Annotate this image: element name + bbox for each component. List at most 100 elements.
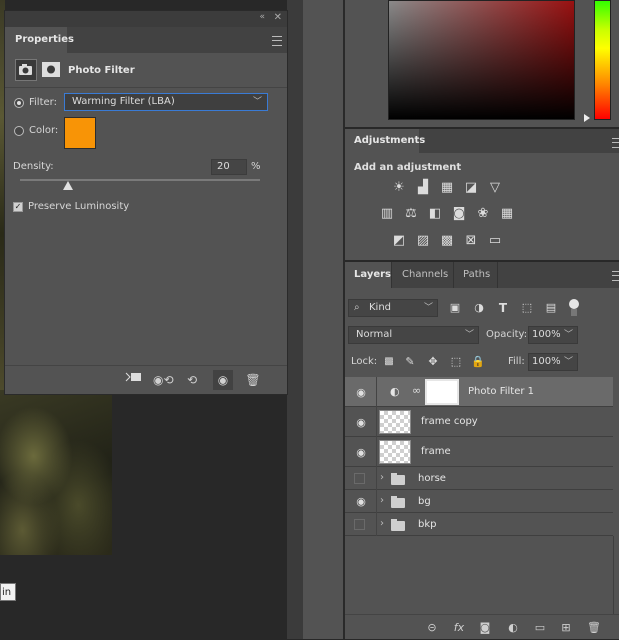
tab-paths[interactable]: Paths [453, 262, 498, 288]
opacity-input[interactable]: 100% ﹀ [528, 326, 578, 344]
layer-name[interactable]: frame copy [421, 416, 478, 427]
panel-dock-gap [303, 0, 343, 639]
eye-icon[interactable]: ◉ [353, 416, 369, 429]
type-filter-icon[interactable]: T [494, 300, 512, 316]
invert-icon[interactable]: ◩ [390, 233, 408, 249]
panel-menu-icon[interactable] [612, 271, 619, 281]
reset-icon[interactable]: ⟲ [182, 370, 202, 390]
preserve-luminosity-checkbox[interactable]: ✓ [13, 202, 23, 212]
adjustment-filter-icon[interactable]: ◑ [470, 300, 488, 316]
hue-saturation-icon[interactable]: ▥ [378, 206, 396, 222]
photo-filter-icon[interactable]: ◙ [450, 206, 468, 222]
collapse-icon[interactable]: « [259, 12, 265, 22]
tab-adjustments[interactable]: Adjustments [345, 129, 425, 153]
tab-properties[interactable]: Properties [5, 27, 74, 53]
filter-select[interactable]: Warming Filter (LBA) ﹀ [64, 93, 268, 111]
lock-position-icon[interactable]: ✥ [424, 354, 442, 370]
layer-row-bkp[interactable]: › bkp [345, 513, 613, 536]
hue-slider[interactable] [594, 0, 611, 120]
eye-icon[interactable]: ◉ [353, 446, 369, 459]
eye-icon[interactable]: ◉ [353, 495, 369, 508]
mask-thumbnail[interactable] [425, 379, 459, 405]
channel-mixer-icon[interactable]: ❀ [474, 206, 492, 222]
vibrance-icon[interactable]: ▽ [486, 180, 504, 196]
panel-menu-icon[interactable] [272, 36, 282, 46]
clip-to-layer-icon[interactable] [124, 370, 144, 390]
lock-label: Lock: [351, 356, 378, 367]
brightness-contrast-icon[interactable]: ☀ [390, 180, 408, 196]
picker-handle-icon[interactable] [584, 114, 590, 122]
trash-icon[interactable]: 🗑 [243, 370, 263, 390]
eye-icon[interactable]: ◉ [213, 370, 233, 390]
smart-object-filter-icon[interactable]: ▤ [542, 300, 560, 316]
layer-row-bg[interactable]: ◉ › bg [345, 490, 613, 513]
color-balance-icon[interactable]: ⚖ [402, 206, 420, 222]
filter-radio[interactable] [14, 98, 24, 108]
lock-image-icon[interactable]: ✎ [401, 354, 419, 370]
selective-color-icon[interactable]: ⊠ [462, 233, 480, 249]
threshold-icon[interactable]: ▩ [438, 233, 456, 249]
lock-transparent-icon[interactable]: ▩ [380, 354, 398, 370]
layer-name[interactable]: frame [421, 446, 451, 457]
fill-value: 100% [532, 356, 561, 367]
link-icon[interactable]: ∞ [412, 384, 421, 397]
document-scrollbar[interactable] [287, 0, 303, 639]
density-input[interactable]: 20 [211, 159, 247, 175]
layer-name[interactable]: Photo Filter 1 [468, 386, 534, 397]
layer-filter-kind-select[interactable]: ⌕ Kind ﹀ [348, 299, 438, 317]
fx-icon[interactable]: fx [449, 618, 469, 638]
shape-filter-icon[interactable]: ⬚ [518, 300, 536, 316]
pixel-filter-icon[interactable]: ▣ [446, 300, 464, 316]
tab-layers[interactable]: Layers [345, 262, 391, 288]
black-white-icon[interactable]: ◧ [426, 206, 444, 222]
tab-channels[interactable]: Channels [391, 262, 453, 288]
panel-titlebar[interactable]: « ✕ [5, 11, 287, 27]
color-lookup-icon[interactable]: ▦ [498, 206, 516, 222]
exposure-icon[interactable]: ◪ [462, 180, 480, 196]
view-previous-state-icon[interactable]: ◉⟲ [153, 370, 174, 390]
density-slider-thumb[interactable] [63, 181, 73, 190]
eye-icon[interactable]: ◉ [353, 386, 369, 399]
new-layer-icon[interactable]: ⊞ [556, 618, 576, 638]
blend-mode-select[interactable]: Normal ﹀ [348, 326, 479, 344]
adjustment-layer-icon: ◐ [390, 385, 400, 398]
layer-row-photo-filter-1[interactable]: ◉ ◐ ∞ Photo Filter 1 [345, 377, 613, 407]
close-icon[interactable]: ✕ [274, 12, 282, 23]
new-group-icon[interactable]: ▭ [530, 618, 550, 638]
layer-name[interactable]: bg [418, 496, 431, 507]
visibility-toggle[interactable] [354, 473, 365, 484]
divider [376, 467, 377, 490]
add-mask-icon[interactable]: ◙ [475, 618, 495, 638]
color-picker-field[interactable] [388, 0, 575, 120]
mask-icon[interactable] [41, 61, 61, 78]
posterize-icon[interactable]: ▨ [414, 233, 432, 249]
visibility-toggle[interactable] [354, 519, 365, 530]
fill-input[interactable]: 100% ﹀ [528, 353, 578, 371]
chevron-right-icon[interactable]: › [380, 472, 384, 483]
color-panel [345, 0, 619, 127]
layer-row-frame-copy[interactable]: ◉ frame copy [345, 407, 613, 437]
layer-name[interactable]: horse [418, 473, 446, 484]
chevron-right-icon[interactable]: › [380, 518, 384, 529]
lock-artboard-icon[interactable]: ⬚ [447, 354, 465, 370]
layer-row-horse[interactable]: › horse [345, 467, 613, 490]
link-layers-icon[interactable]: ⊝ [422, 618, 442, 638]
panel-menu-icon[interactable] [612, 138, 619, 148]
levels-icon[interactable]: ▟ [414, 180, 432, 196]
gradient-map-icon[interactable]: ▭ [486, 233, 504, 249]
trash-icon[interactable]: 🗑 [584, 618, 604, 638]
lock-all-icon[interactable]: 🔒 [469, 354, 487, 370]
layers-empty-area[interactable] [345, 536, 614, 614]
adjustment-layer-icon[interactable] [15, 59, 37, 81]
new-adjustment-icon[interactable]: ◐ [503, 618, 523, 638]
filter-toggle-icon[interactable] [569, 299, 579, 309]
layer-row-frame[interactable]: ◉ frame [345, 437, 613, 467]
layer-thumbnail[interactable] [379, 440, 411, 464]
curves-icon[interactable]: ▦ [438, 180, 456, 196]
layer-name[interactable]: bkp [418, 519, 437, 530]
density-slider[interactable] [20, 179, 260, 181]
chevron-right-icon[interactable]: › [380, 495, 384, 506]
filter-color-swatch[interactable] [64, 117, 96, 149]
layer-thumbnail[interactable] [379, 410, 411, 434]
color-radio[interactable] [14, 126, 24, 136]
